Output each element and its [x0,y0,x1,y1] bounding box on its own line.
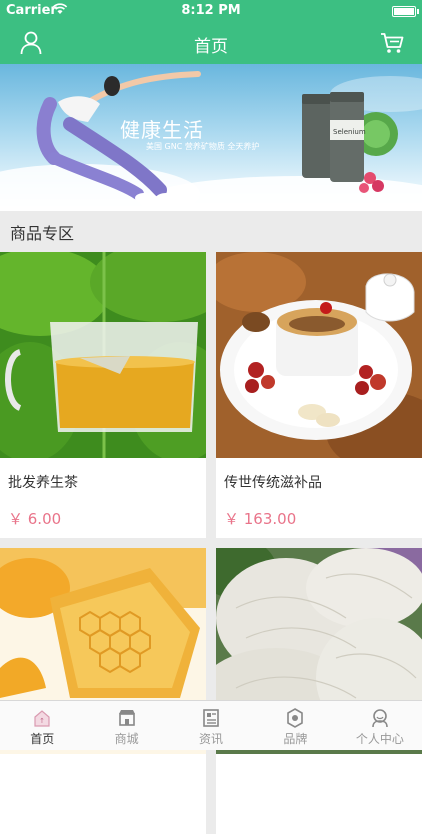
banner-subtitle: 美国 GNC 营养矿物质 全天养护 [146,141,259,152]
page-title: 首页 [0,32,422,57]
bottom-tab-bar: ↑ 首页 商城 资讯 品牌 个人中心 [0,700,422,750]
product-card[interactable]: 传世传统滋补品 ￥ 163.00 [216,252,422,538]
news-icon [201,708,221,728]
tab-brand[interactable]: 品牌 [253,701,337,750]
product-image-herbal-tea [0,252,206,458]
tab-label: 品牌 [253,730,337,747]
tab-news[interactable]: 资讯 [169,701,253,750]
store-icon [117,708,137,728]
product-price: ￥ 163.00 [224,508,296,529]
tab-label: 商城 [84,730,168,747]
nav-bar: 首页 [0,22,422,64]
product-name: 传世传统滋补品 [224,472,322,492]
product-price: ￥ 6.00 [8,508,61,529]
tonic-soup-image [216,252,422,458]
product-image-tonic-soup [216,252,422,458]
tab-label: 首页 [0,730,84,747]
tab-home[interactable]: ↑ 首页 [0,701,84,750]
tea-cup-image [0,252,206,458]
tab-label: 个人中心 [338,730,422,747]
battery-icon [392,6,416,17]
tab-store[interactable]: 商城 [84,701,168,750]
banner-title: 健康生活 [120,114,204,143]
svg-text:↑: ↑ [39,717,45,725]
cart-icon[interactable] [380,32,404,54]
tab-profile[interactable]: 个人中心 [338,701,422,750]
product-card[interactable]: 批发养生茶 ￥ 6.00 [0,252,206,538]
section-title: 商品专区 [10,220,74,244]
status-bar: Carrier 8:12 PM [0,0,422,22]
home-icon: ↑ [32,708,52,728]
supplement-bottles-image: Selenium [298,90,408,200]
product-card[interactable] [216,548,422,834]
bottle-label: Selenium [333,128,366,136]
status-time: 8:12 PM [0,3,422,18]
promo-banner[interactable]: 健康生活 美国 GNC 营养矿物质 全天养护 Selenium [0,64,422,211]
tab-label: 资讯 [169,730,253,747]
battery-tip [417,9,419,14]
brand-icon [285,708,305,728]
profile-icon [370,708,390,728]
product-name: 批发养生茶 [8,472,78,492]
product-card[interactable] [0,548,206,834]
